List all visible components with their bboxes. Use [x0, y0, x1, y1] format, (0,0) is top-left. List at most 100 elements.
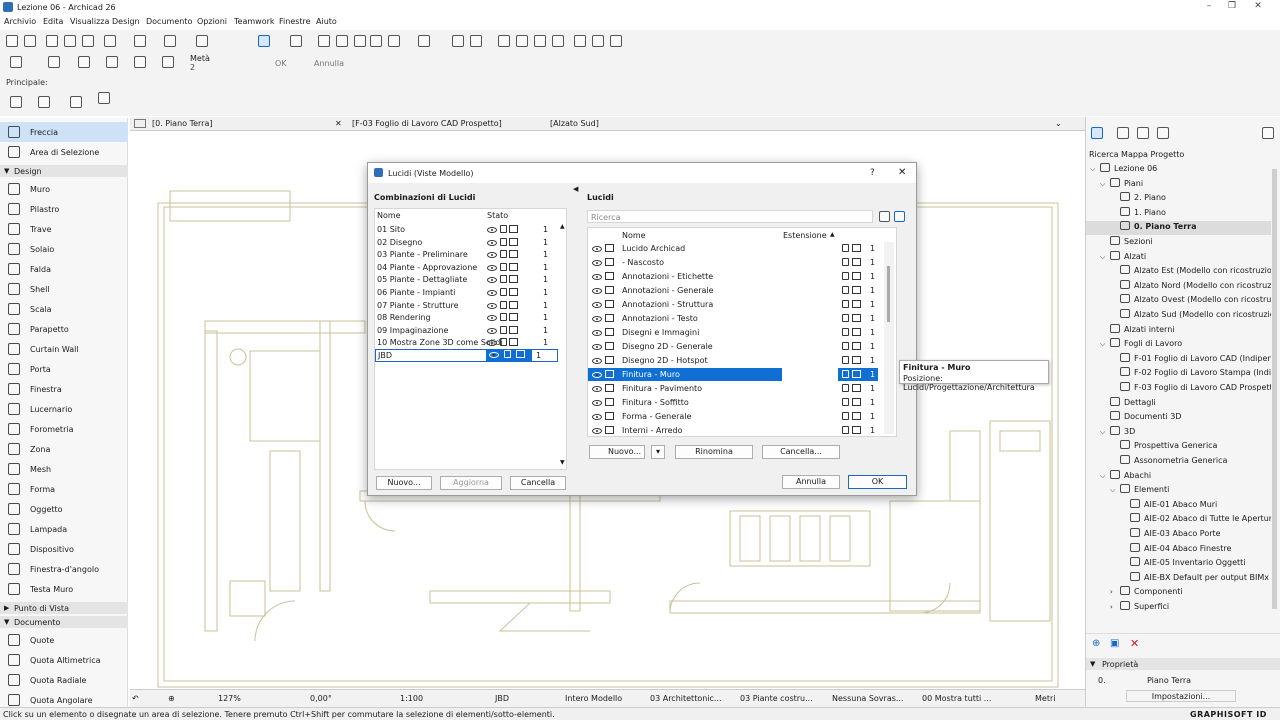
tree-item[interactable]: F-03 Foglio di Lavoro CAD Prospetto (Ind…	[1086, 382, 1271, 396]
rectangle-select-icon[interactable]	[38, 96, 50, 108]
tool-lucernario[interactable]: Lucernario	[0, 399, 128, 419]
split-icon[interactable]	[470, 35, 482, 47]
props-settings-button[interactable]: Impostazioni...	[1126, 690, 1236, 702]
tree-expander-icon[interactable]: ⌵	[1100, 253, 1110, 262]
combos-col-name[interactable]: Nome	[377, 211, 401, 220]
menu-finestre[interactable]: Finestre	[279, 17, 311, 26]
tree-item[interactable]: ⌵ Alzati	[1086, 250, 1271, 265]
layer-row[interactable]: Disegno 2D - Generale	[588, 340, 782, 353]
eye-icon[interactable]	[592, 400, 602, 406]
eye-icon[interactable]	[592, 358, 602, 364]
layer-icon[interactable]	[604, 244, 614, 252]
tree-item[interactable]: Alzato Nord (Modello con ricostruzione a…	[1086, 279, 1271, 294]
layer-pen[interactable]: 1	[870, 328, 875, 337]
section-design[interactable]: ▼ Design	[0, 165, 128, 177]
arrow-tool-icon[interactable]	[10, 56, 22, 68]
props-header[interactable]: ▼ Proprietà	[1086, 658, 1280, 670]
render-icon[interactable]	[388, 35, 400, 47]
tool-mesh[interactable]: Mesh	[0, 459, 128, 479]
layer-pen[interactable]: 1	[870, 342, 875, 351]
lock-icon[interactable]	[842, 328, 849, 336]
tool-parapetto[interactable]: Parapetto	[0, 319, 128, 339]
combo-row[interactable]: 07 Piante - Strutture 1	[375, 299, 558, 312]
wireframe-icon[interactable]	[509, 275, 519, 284]
combo-pen[interactable]: 1	[543, 313, 548, 322]
eye-icon[interactable]	[487, 227, 497, 233]
layer-icon[interactable]	[604, 342, 614, 350]
tree-item[interactable]: Assonometria Generica	[1086, 455, 1271, 469]
combo-pen[interactable]: 1	[543, 238, 548, 247]
zoom-icon[interactable]: ⊕	[168, 694, 175, 703]
tree-expander-icon[interactable]: ⌵	[1110, 486, 1120, 495]
layers-icon[interactable]	[258, 35, 270, 47]
layers-col-ext[interactable]: Estensione	[783, 231, 827, 240]
menu-opzioni[interactable]: Opzioni	[197, 17, 227, 26]
view-map-icon[interactable]	[1117, 127, 1129, 139]
layer-new-dropdown-icon[interactable]: ▾	[651, 445, 665, 459]
wireframe-icon[interactable]	[509, 262, 519, 271]
combo-pen[interactable]: 1	[543, 225, 548, 234]
tree-item[interactable]: ⌵ Fogli di Lavoro	[1086, 338, 1271, 352]
solid-icon[interactable]	[851, 258, 861, 266]
layer-row[interactable]: Annotazioni - Struttura	[588, 298, 782, 311]
menu-documento[interactable]: Documento	[146, 17, 192, 26]
tool-scala[interactable]: Scala	[0, 299, 128, 319]
layer-icon[interactable]	[604, 356, 614, 364]
tool-freccia[interactable]: Freccia	[0, 122, 128, 142]
lock-icon[interactable]	[842, 272, 849, 280]
layer-icon[interactable]	[604, 370, 614, 378]
tab-menu-icon[interactable]: ⌄	[1055, 119, 1062, 128]
tool-testa-muro[interactable]: Testa Muro	[0, 579, 128, 599]
scrollbar-thumb[interactable]	[887, 266, 890, 322]
menu-aiuto[interactable]: Aiuto	[316, 17, 337, 26]
snap-guides-icon[interactable]	[164, 35, 176, 47]
eye-icon[interactable]	[487, 315, 497, 322]
tree-expander-icon[interactable]: ⌵	[1090, 165, 1100, 174]
eye-icon[interactable]	[487, 302, 497, 309]
layer-row[interactable]: Forma - Generale	[588, 410, 782, 423]
section-documento[interactable]: ▼ Documento	[0, 616, 128, 628]
tool-shell[interactable]: Shell	[0, 279, 128, 299]
tab-foglio-lavoro[interactable]: [F-03 Foglio di Lavoro CAD Prospetto]	[352, 119, 502, 128]
solid-icon[interactable]	[851, 328, 861, 336]
layer-icon[interactable]	[604, 328, 614, 336]
delete-view-icon[interactable]: ✕	[1130, 637, 1139, 650]
solid-icon[interactable]	[851, 314, 861, 322]
tree-item[interactable]: Sezioni	[1086, 236, 1271, 250]
tree-item[interactable]: › Componenti	[1086, 586, 1271, 600]
tool-quota-radiale[interactable]: Quota Radiale	[0, 670, 128, 690]
layer-row[interactable]: - Nascosto	[588, 256, 782, 269]
combo-row[interactable]: 01 Sito 1	[375, 223, 558, 236]
tree-item[interactable]: F-02 Foglio di Lavoro Stampa (Indipenden	[1086, 367, 1271, 381]
sync-icon[interactable]	[610, 35, 622, 47]
eye-icon[interactable]	[592, 414, 602, 420]
solid-icon[interactable]	[851, 426, 861, 434]
restore-icon[interactable]: ❐	[1226, 1, 1238, 11]
tree-item[interactable]: AIE-BX Default per output BIMx	[1086, 571, 1271, 586]
wireframe-icon[interactable]	[509, 313, 519, 322]
layer-row[interactable]: Finitura - Pavimento	[588, 382, 782, 395]
combo-row[interactable]: 02 Disegno 1	[375, 236, 558, 249]
lock-icon[interactable]	[842, 356, 849, 364]
help-button[interactable]: ?	[870, 168, 875, 178]
layer-pen[interactable]: 1	[870, 300, 875, 309]
tree-item[interactable]: Alzato Sud (Modello con ricostruzione au…	[1086, 309, 1271, 323]
combo-pen[interactable]: 1	[543, 338, 548, 347]
angle-value[interactable]: 0,00°	[310, 694, 332, 703]
grid-icon[interactable]	[196, 35, 208, 47]
eye-icon[interactable]	[487, 264, 497, 271]
solid-icon[interactable]	[851, 412, 861, 420]
eye-icon[interactable]	[592, 316, 602, 322]
solid-icon[interactable]	[851, 300, 861, 308]
tree-item[interactable]: ⌵ Elementi	[1086, 484, 1271, 498]
check-icon[interactable]	[48, 56, 60, 68]
roof-icon[interactable]	[552, 35, 564, 47]
eye-icon[interactable]	[487, 277, 497, 284]
lock-icon[interactable]	[499, 275, 507, 284]
tree-item[interactable]: AIE-03 Abaco Porte	[1086, 528, 1271, 542]
scroll-down-icon[interactable]: ▼	[560, 459, 565, 466]
combo-pen[interactable]: 1	[543, 301, 548, 310]
tool-oggetto[interactable]: Oggetto	[0, 499, 128, 519]
solid-icon[interactable]	[851, 384, 861, 392]
tool-trave[interactable]: Trave	[0, 219, 128, 239]
